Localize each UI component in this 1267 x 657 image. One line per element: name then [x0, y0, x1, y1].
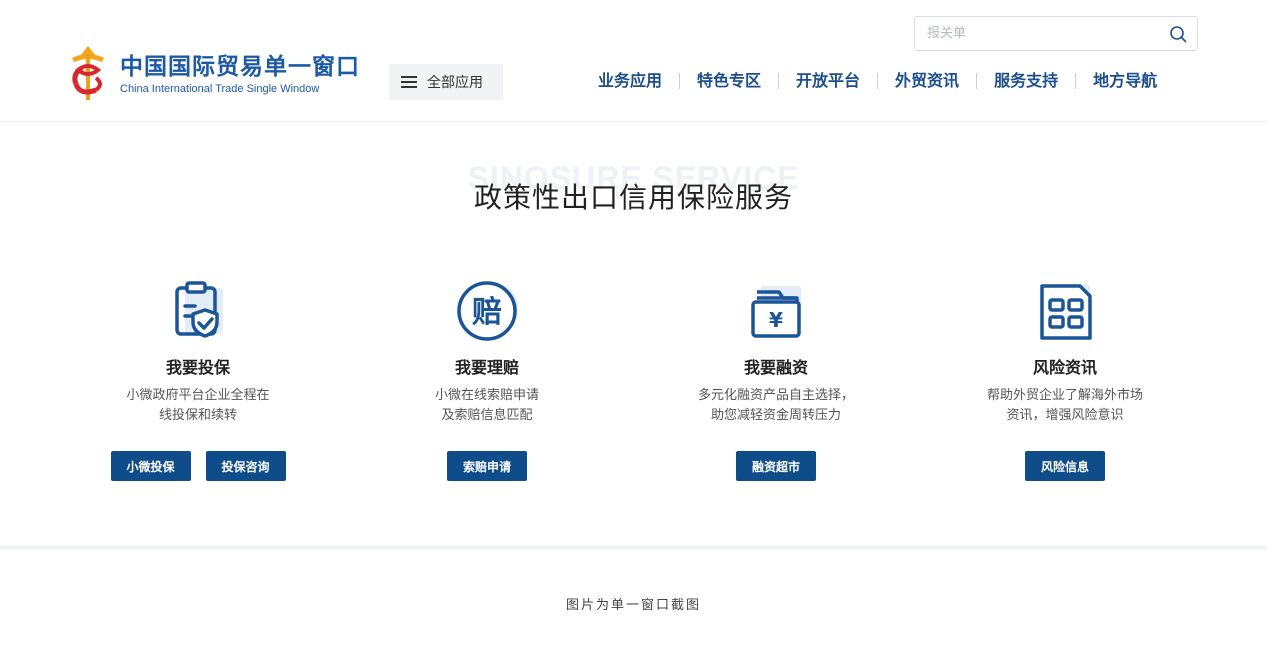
card-desc-line: 线投保和续转	[158, 408, 237, 423]
card-title: 我要融资	[743, 358, 808, 377]
card-title: 风险资讯	[1032, 358, 1097, 377]
card-desc-line: 助您减轻资金周转压力	[710, 408, 841, 423]
insurance-shield-icon	[175, 281, 223, 338]
search-input[interactable]	[915, 17, 1165, 50]
card-desc-line: 小微在线索赔申请	[434, 388, 539, 403]
card-description: 小微在线索赔申请 及索赔信息匹配	[357, 386, 617, 426]
card-desc-line: 多元化融资产品自主选择，	[697, 388, 854, 403]
nav-item-trade-news[interactable]: 外贸资讯	[878, 70, 976, 92]
service-cards: 我要投保 小微政府平台企业全程在 线投保和续转 小微投保 投保咨询 赔 我要理赔…	[0, 278, 1267, 508]
logo-title-en: China International Trade Single Window	[120, 82, 320, 95]
nav-item-open-platform[interactable]: 开放平台	[779, 70, 877, 92]
single-window-logo-icon	[72, 46, 104, 100]
card-desc-line: 资讯，增强风险意识	[1006, 408, 1124, 423]
claim-icon: 赔	[457, 281, 518, 341]
micro-insure-button[interactable]: 小微投保	[110, 451, 191, 481]
search-box	[914, 16, 1198, 51]
card-desc-line: 帮助外贸企业了解海外市场	[986, 388, 1143, 403]
image-caption: 图片为单一窗口截图	[565, 598, 701, 613]
card-claim: 赔 我要理赔 小微在线索赔申请 及索赔信息匹配 索赔申请	[357, 278, 617, 481]
main-nav: 业务应用 特色专区 开放平台 外贸资讯 服务支持 地方导航	[598, 70, 1157, 92]
card-desc-line: 及索赔信息匹配	[441, 408, 533, 423]
insure-consult-button[interactable]: 投保咨询	[205, 451, 286, 481]
all-apps-label: 全部应用	[427, 75, 483, 91]
card-description: 帮助外贸企业了解海外市场 资讯，增强风险意识	[935, 386, 1195, 426]
card-description: 小微政府平台企业全程在 线投保和续转	[68, 386, 328, 426]
section-header: SINOSURE SERVICE 政策性出口信用保险服务	[0, 160, 1267, 220]
section-title: 政策性出口信用保险服务	[473, 181, 793, 214]
svg-text:赔: 赔	[472, 295, 502, 330]
all-apps-button[interactable]: 全部应用	[389, 64, 503, 100]
finance-folder-icon: ¥	[751, 286, 801, 338]
section-divider	[0, 546, 1267, 550]
nav-item-featured-zone[interactable]: 特色专区	[680, 70, 778, 92]
site-header: 中国国际贸易单一窗口 China International Trade Sin…	[0, 0, 1267, 122]
card-insure: 我要投保 小微政府平台企业全程在 线投保和续转 小微投保 投保咨询	[68, 278, 328, 481]
search-icon[interactable]	[1169, 25, 1187, 43]
nav-item-business-apps[interactable]: 业务应用	[598, 70, 679, 92]
risk-info-button[interactable]: 风险信息	[1025, 451, 1105, 481]
nav-item-service-support[interactable]: 服务支持	[977, 70, 1075, 92]
card-description: 多元化融资产品自主选择， 助您减轻资金周转压力	[646, 386, 906, 426]
site-logo[interactable]: 中国国际贸易单一窗口 China International Trade Sin…	[66, 44, 360, 104]
card-finance: ¥ 我要融资 多元化融资产品自主选择， 助您减轻资金周转压力 融资超市	[646, 278, 906, 481]
finance-market-button[interactable]: 融资超市	[736, 451, 816, 481]
nav-item-local-navigation[interactable]: 地方导航	[1076, 70, 1157, 92]
svg-text:¥: ¥	[769, 308, 783, 332]
card-risk: 风险资讯 帮助外贸企业了解海外市场 资讯，增强风险意识 风险信息	[935, 278, 1195, 481]
claim-apply-button[interactable]: 索赔申请	[447, 451, 527, 481]
risk-document-icon	[1040, 284, 1092, 340]
logo-title-cn: 中国国际贸易单一窗口	[120, 53, 360, 80]
card-title: 我要理赔	[454, 358, 519, 377]
card-title: 我要投保	[165, 358, 230, 377]
menu-icon	[401, 76, 417, 88]
card-desc-line: 小微政府平台企业全程在	[126, 388, 270, 403]
